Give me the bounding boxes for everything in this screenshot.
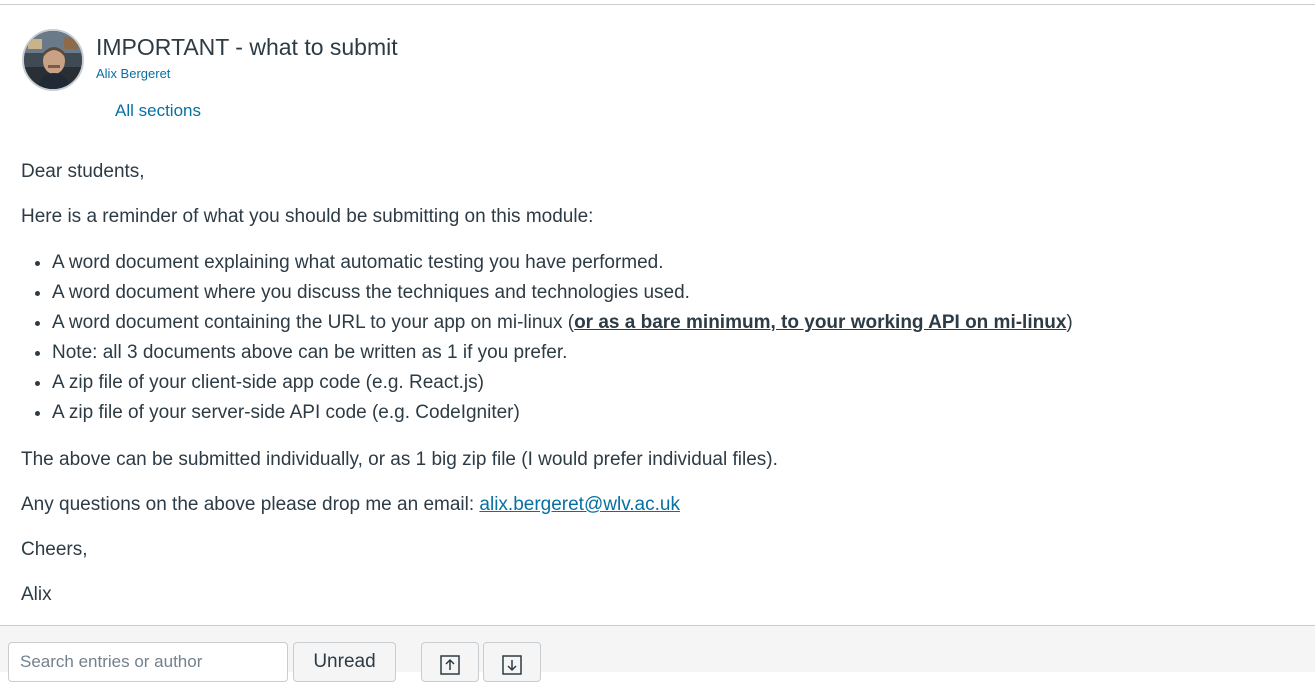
sections-link[interactable]: All sections bbox=[115, 101, 201, 121]
list-item-text: A word document containing the URL to yo… bbox=[52, 312, 575, 333]
list-item: A zip file of your client-side app code … bbox=[52, 368, 1291, 398]
post-header: IMPORTANT - what to submit Alix Bergeret bbox=[22, 29, 398, 91]
avatar-photo-icon bbox=[24, 31, 82, 89]
list-item: A word document where you discuss the te… bbox=[52, 278, 1291, 308]
post-title: IMPORTANT - what to submit bbox=[96, 34, 398, 60]
unread-button[interactable]: Unread bbox=[293, 642, 396, 682]
collapse-up-button[interactable] bbox=[421, 642, 479, 682]
arrow-down-icon bbox=[502, 655, 522, 675]
message-body: Dear students, Here is a reminder of wha… bbox=[21, 158, 1291, 626]
discussion-toolbar: Unread bbox=[0, 625, 1315, 682]
list-item: A word document containing the URL to yo… bbox=[52, 308, 1291, 338]
author-link[interactable]: Alix Bergeret bbox=[96, 66, 170, 81]
questions-line: Any questions on the above please drop m… bbox=[21, 491, 1291, 518]
expand-down-button[interactable] bbox=[483, 642, 541, 682]
arrow-up-icon bbox=[440, 655, 460, 675]
questions-text: Any questions on the above please drop m… bbox=[21, 494, 480, 515]
signature: Alix bbox=[21, 584, 52, 605]
post-header-text: IMPORTANT - what to submit Alix Bergeret bbox=[96, 32, 398, 83]
email-link[interactable]: alix.bergeret@wlv.ac.uk bbox=[479, 494, 680, 515]
list-item: A zip file of your server-side API code … bbox=[52, 398, 1291, 428]
top-divider bbox=[0, 0, 1315, 5]
submission-list: A word document explaining what automati… bbox=[21, 248, 1291, 428]
avatar[interactable] bbox=[22, 29, 84, 91]
list-item-end: ) bbox=[1066, 312, 1073, 333]
signoff: Cheers, bbox=[21, 539, 88, 560]
list-item: Note: all 3 documents above can be writt… bbox=[52, 338, 1291, 368]
search-input[interactable] bbox=[8, 642, 288, 682]
greeting: Dear students, bbox=[21, 161, 145, 182]
list-item: A word document explaining what automati… bbox=[52, 248, 1291, 278]
intro-text: Here is a reminder of what you should be… bbox=[21, 206, 594, 227]
submission-note: The above can be submitted individually,… bbox=[21, 449, 778, 470]
bold-underlined-text: or as a bare minimum, to your working AP… bbox=[574, 312, 1067, 333]
